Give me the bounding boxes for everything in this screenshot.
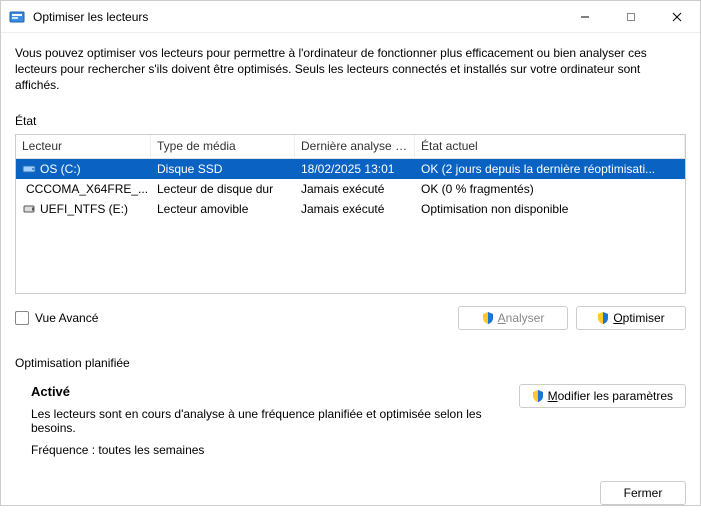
app-icon	[9, 9, 25, 25]
drive-name: CCCOMA_X64FRE_...	[26, 182, 148, 196]
window-title: Optimiser les lecteurs	[33, 10, 562, 24]
cell-media: Lecteur de disque dur	[151, 180, 295, 198]
titlebar: Optimiser les lecteurs	[1, 1, 700, 33]
cell-drive: CCCOMA_X64FRE_...	[16, 180, 151, 198]
drive-name: UEFI_NTFS (E:)	[40, 202, 128, 216]
modify-settings-button[interactable]: Modifier les paramètres	[519, 384, 686, 408]
analyze-label: Analyser	[498, 311, 545, 325]
drive-icon	[22, 202, 36, 216]
schedule-header: Optimisation planifiée	[15, 356, 686, 370]
analyze-button[interactable]: Analyser	[458, 306, 568, 330]
footer: Fermer	[1, 469, 700, 521]
table-row[interactable]: UEFI_NTFS (E:) Lecteur amovibleJamais exé…	[16, 199, 685, 219]
modify-label: Modifier les paramètres	[548, 389, 673, 403]
table-body: OS (C:) Disque SSD18/02/2025 13:01OK (2 j…	[16, 159, 685, 219]
drive-icon	[22, 162, 36, 176]
schedule-desc: Les lecteurs sont en cours d'analyse à u…	[31, 407, 519, 435]
cell-state: Optimisation non disponible	[415, 200, 685, 218]
advanced-view-label: Vue Avancé	[35, 311, 98, 325]
cell-media: Lecteur amovible	[151, 200, 295, 218]
close-button[interactable]	[654, 1, 700, 33]
schedule-status-title: Activé	[31, 384, 519, 399]
cell-drive: OS (C:)	[16, 160, 151, 178]
checkbox-box[interactable]	[15, 311, 29, 325]
cell-state: OK (0 % fragmentés)	[415, 180, 685, 198]
cell-media: Disque SSD	[151, 160, 295, 178]
advanced-view-checkbox[interactable]: Vue Avancé	[15, 311, 98, 325]
schedule-section: Optimisation planifiée Activé Les lecteu…	[15, 356, 686, 457]
below-table-row: Vue Avancé Analyser Optimiser	[15, 306, 686, 330]
cell-last: Jamais exécuté	[295, 200, 415, 218]
col-last-analysis[interactable]: Dernière analyse o...	[295, 135, 415, 157]
optimize-button[interactable]: Optimiser	[576, 306, 686, 330]
table-row[interactable]: CCCOMA_X64FRE_...Lecteur de disque durJa…	[16, 179, 685, 199]
schedule-frequency: Fréquence : toutes les semaines	[31, 443, 519, 457]
optimize-label: Optimiser	[613, 311, 664, 325]
drive-name: OS (C:)	[40, 162, 81, 176]
table-header: Lecteur Type de média Dernière analyse o…	[16, 135, 685, 159]
shield-icon	[532, 390, 544, 402]
col-current-state[interactable]: État actuel	[415, 135, 685, 157]
cell-state: OK (2 jours depuis la dernière réoptimis…	[415, 160, 685, 178]
close-dialog-button[interactable]: Fermer	[600, 481, 686, 505]
status-section-label: État	[15, 114, 686, 128]
cell-last: Jamais exécuté	[295, 180, 415, 198]
shield-icon	[482, 312, 494, 324]
col-media-type[interactable]: Type de média	[151, 135, 295, 157]
shield-icon	[597, 312, 609, 324]
optimize-drives-window: Optimiser les lecteurs Vous pouvez optim…	[0, 0, 701, 506]
minimize-button[interactable]	[562, 1, 608, 33]
window-controls	[562, 1, 700, 33]
content-area: Vous pouvez optimiser vos lecteurs pour …	[1, 33, 700, 469]
maximize-button[interactable]	[608, 1, 654, 33]
table-row[interactable]: OS (C:) Disque SSD18/02/2025 13:01OK (2 j…	[16, 159, 685, 179]
cell-drive: UEFI_NTFS (E:)	[16, 200, 151, 218]
cell-last: 18/02/2025 13:01	[295, 160, 415, 178]
intro-text: Vous pouvez optimiser vos lecteurs pour …	[15, 45, 686, 94]
drives-table: Lecteur Type de média Dernière analyse o…	[15, 134, 686, 294]
col-drive[interactable]: Lecteur	[16, 135, 151, 157]
